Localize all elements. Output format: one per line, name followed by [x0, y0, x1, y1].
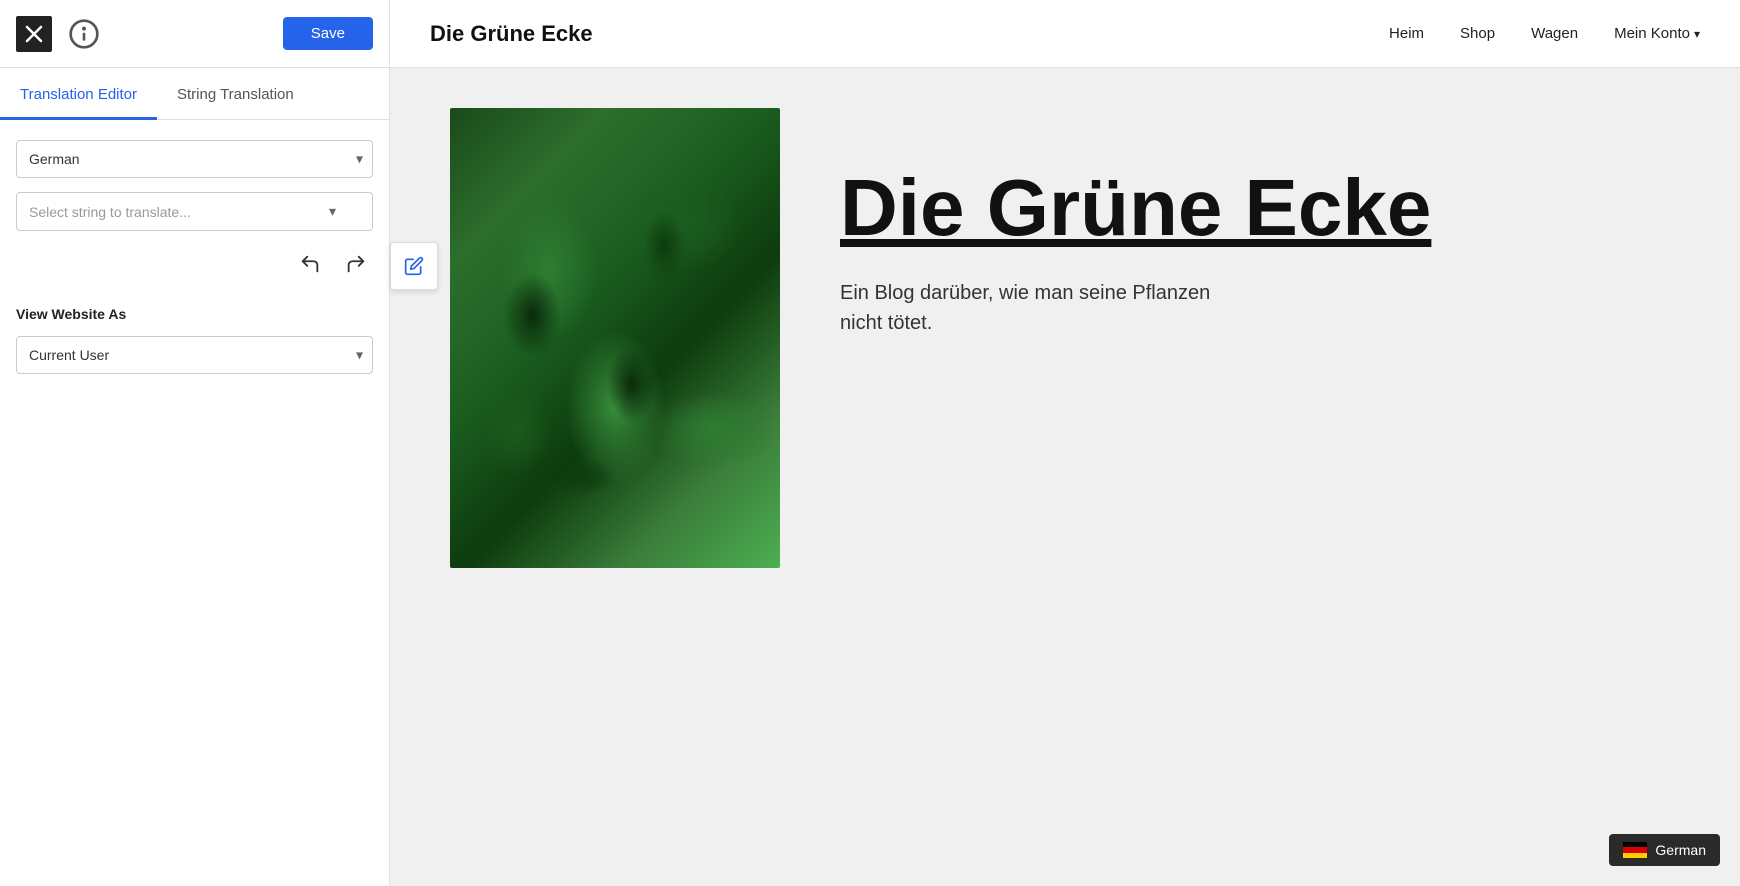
pencil-icon — [404, 256, 424, 276]
sidebar-body: German French Spanish Italian ▾ Select s… — [0, 120, 389, 394]
redo-button[interactable] — [339, 249, 373, 284]
hero-text: Die Grüne Ecke Ein Blog darüber, wie man… — [840, 108, 1740, 338]
undo-button[interactable] — [293, 249, 327, 284]
view-as-select[interactable]: Current User Guest Admin — [16, 336, 373, 374]
language-dropdown-wrap: German French Spanish Italian ▾ — [16, 140, 373, 178]
german-flag-icon — [1623, 842, 1647, 858]
site-title: Die Grüne Ecke — [430, 21, 593, 47]
string-dropdown-arrow: ▾ — [329, 203, 336, 220]
tab-string-translation[interactable]: String Translation — [157, 68, 314, 120]
sidebar-tabs: Translation Editor String Translation — [0, 68, 389, 120]
language-select[interactable]: German French Spanish Italian — [16, 140, 373, 178]
close-icon — [25, 25, 43, 43]
top-nav: Die Grüne Ecke Heim Shop Wagen Mein Kont… — [390, 0, 1740, 68]
nav-link-shop[interactable]: Shop — [1460, 25, 1495, 42]
hero-heading: Die Grüne Ecke — [840, 168, 1740, 248]
undo-redo-bar — [16, 245, 373, 288]
edit-fab-button[interactable] — [390, 242, 438, 290]
string-select-dropdown[interactable]: Select string to translate... ▾ — [16, 192, 373, 231]
sidebar: Save Translation Editor String Translati… — [0, 0, 390, 886]
mein-konto-label: Mein Konto — [1614, 25, 1690, 42]
close-button[interactable] — [16, 16, 52, 52]
info-icon — [68, 18, 100, 50]
nav-link-mein-konto[interactable]: Mein Konto ▾ — [1614, 25, 1700, 42]
view-as-dropdown-wrap: Current User Guest Admin ▾ — [16, 336, 373, 374]
hero-image-wrap — [450, 108, 780, 568]
info-button[interactable] — [68, 18, 100, 50]
content-inner: Die Grüne Ecke Ein Blog darüber, wie man… — [390, 68, 1740, 886]
save-button[interactable]: Save — [283, 17, 373, 50]
nav-link-heim[interactable]: Heim — [1389, 25, 1424, 42]
language-indicator-label: German — [1655, 842, 1706, 858]
hero-image — [450, 108, 780, 568]
view-website-as-label: View Website As — [16, 306, 373, 322]
hero-subtext: Ein Blog darüber, wie man seine Pflanzen… — [840, 278, 1220, 338]
main-content-area: Die Grüne Ecke Heim Shop Wagen Mein Kont… — [390, 0, 1740, 886]
flag-gold-stripe — [1623, 853, 1647, 858]
language-indicator[interactable]: German — [1609, 834, 1720, 866]
nav-links: Heim Shop Wagen Mein Konto ▾ — [1389, 25, 1700, 42]
sidebar-topbar: Save — [0, 0, 389, 68]
string-select-placeholder: Select string to translate... — [29, 204, 191, 220]
tab-translation-editor[interactable]: Translation Editor — [0, 68, 157, 120]
mein-konto-chevron-icon: ▾ — [1694, 27, 1700, 41]
string-select-wrap: Select string to translate... ▾ — [16, 192, 373, 231]
nav-link-wagen[interactable]: Wagen — [1531, 25, 1578, 42]
website-preview[interactable]: Die Grüne Ecke Ein Blog darüber, wie man… — [390, 68, 1740, 886]
